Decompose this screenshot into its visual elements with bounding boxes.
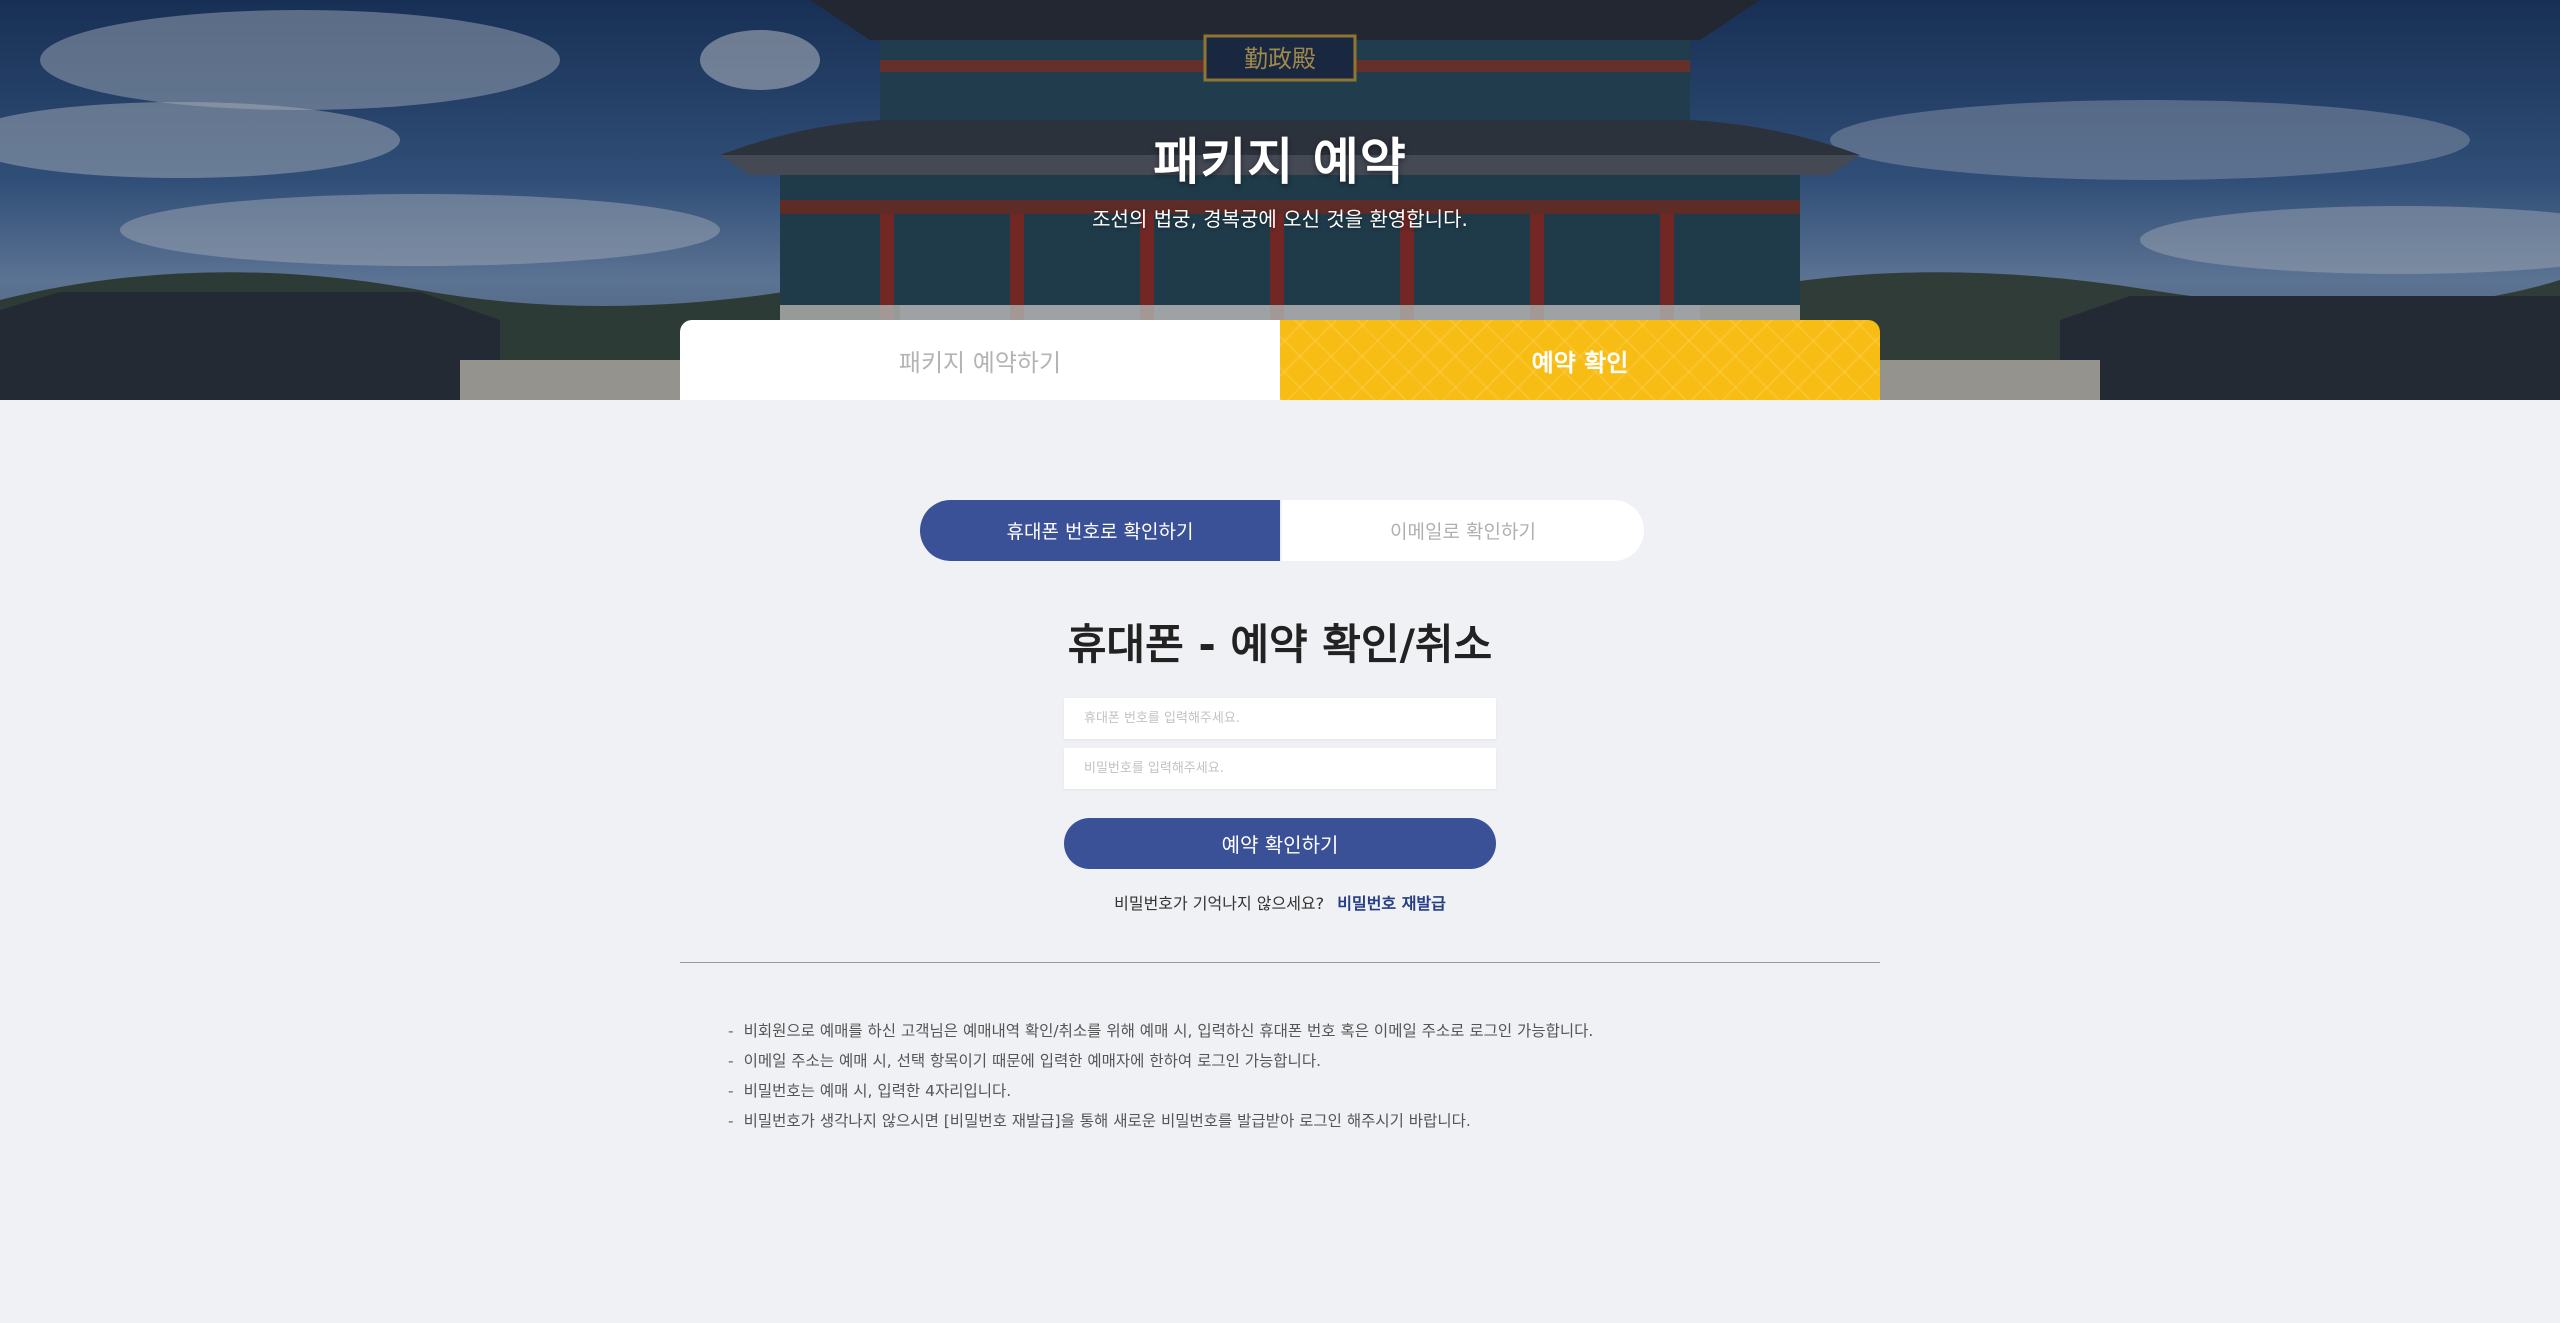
forgot-password-row: 비밀번호가 기억나지 않으세요? 비밀번호 재발급 — [0, 890, 2560, 914]
main-tab-bar: 패키지 예약하기 예약 확인 — [680, 320, 1880, 400]
tab-package-booking[interactable]: 패키지 예약하기 — [680, 320, 1280, 400]
phone-input[interactable] — [1064, 698, 1496, 739]
notice-list: - 비회원으로 예매를 하신 고객님은 예매내역 확인/취소를 위해 예매 시, … — [728, 1016, 1593, 1136]
password-input[interactable] — [1064, 748, 1496, 789]
notice-item: - 비밀번호는 예매 시, 입력한 4자리입니다. — [728, 1082, 1012, 1100]
notice-item: - 비밀번호가 생각나지 않으시면 [비밀번호 재발급]을 통해 새로운 비밀번호… — [728, 1112, 1471, 1130]
password-reissue-link[interactable]: 비밀번호 재발급 — [1337, 894, 1446, 913]
notice-item: - 이메일 주소는 예매 시, 선택 항목이기 때문에 입력한 예매자에 한하여 … — [728, 1052, 1322, 1070]
verify-method-toggle: 휴대폰 번호로 확인하기 이메일로 확인하기 — [920, 500, 1644, 561]
page-title: 패키지 예약 — [1153, 133, 1407, 191]
divider — [680, 962, 1880, 963]
toggle-phone-verify[interactable]: 휴대폰 번호로 확인하기 — [920, 500, 1280, 561]
page-subtitle: 조선의 법궁, 경복궁에 오신 것을 환영합니다. — [1092, 207, 1468, 231]
notice-item: - 비회원으로 예매를 하신 고객님은 예매내역 확인/취소를 위해 예매 시, … — [728, 1022, 1594, 1040]
toggle-email-verify[interactable]: 이메일로 확인하기 — [1282, 500, 1644, 561]
tab-booking-check[interactable]: 예약 확인 — [1280, 320, 1880, 400]
form-title: 휴대폰 - 예약 확인/취소 — [1067, 620, 1493, 669]
forgot-password-text: 비밀번호가 기억나지 않으세요? — [1114, 894, 1325, 913]
confirm-booking-button[interactable]: 예약 확인하기 — [1064, 818, 1496, 869]
